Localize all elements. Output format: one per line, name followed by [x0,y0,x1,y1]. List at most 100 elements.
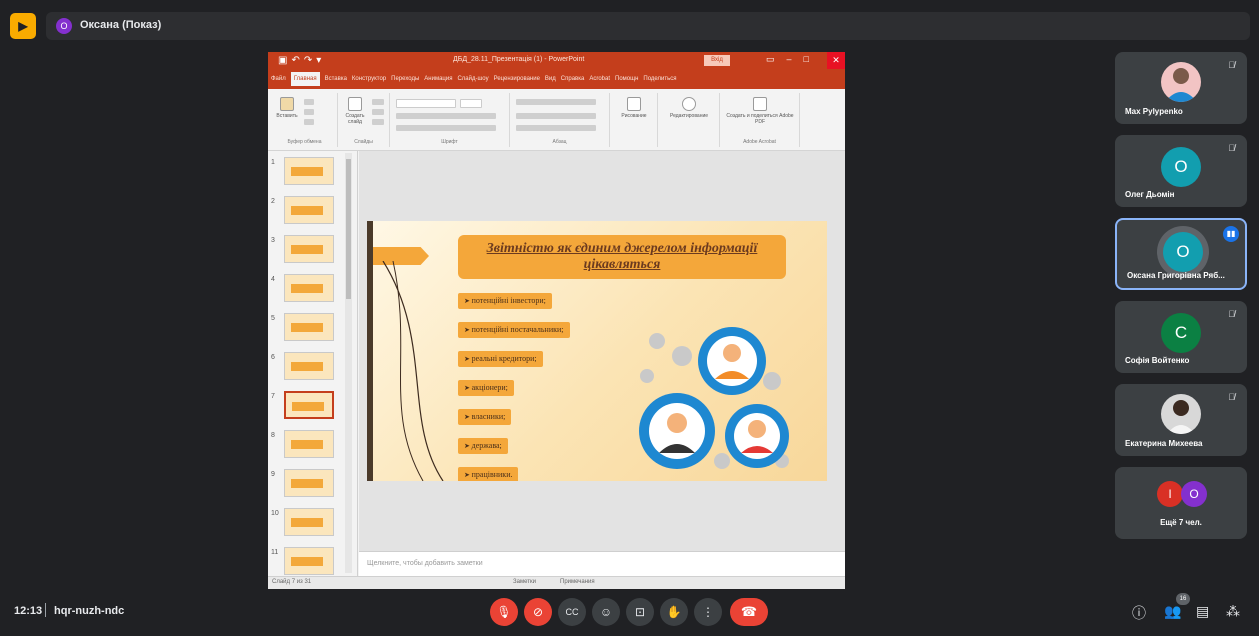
menu-tab[interactable]: Вид [545,76,556,82]
font-color-buttons[interactable] [396,125,496,131]
font-format-buttons[interactable] [396,113,496,119]
slide-number: 3 [271,237,275,244]
notes-toggle[interactable]: Заметки [513,579,536,585]
presenter-pill[interactable]: О Оксана (Показ) [46,12,1250,40]
ppt-status-bar: Слайд 7 из 31 Заметки Примечания [268,576,845,589]
group-label: Абзац [552,139,567,145]
window-controls[interactable]: ▭–□ [766,54,821,65]
ppt-menu-tabs: Файл Главная Вставка Конструктор Переходы Ани… [268,69,845,89]
slide-thumbnail[interactable] [284,352,334,380]
align-buttons[interactable] [516,125,596,131]
meeting-code[interactable]: hqr-nuzh-ndc [54,605,124,617]
cut-icon[interactable] [304,99,314,105]
slide-thumbnail[interactable] [284,196,334,224]
participant-avatar: С [1161,313,1201,353]
menu-tab[interactable]: Помощн [615,76,638,82]
menu-tab[interactable]: Рецензирование [494,76,540,82]
participant-tile[interactable]: С 🎙̸ Софія Войтенко [1115,301,1247,373]
participant-tile-speaking[interactable]: О ▮▮ Оксана Григорівна Ряб... [1115,218,1247,290]
current-slide[interactable]: Звітністю як єдиним джерелом інформації … [367,221,827,481]
participant-tile[interactable]: 🎙̸ Екатерина Михеева [1115,384,1247,456]
editing-button[interactable]: Редактирование [662,97,716,119]
menu-tab[interactable]: Вставка [325,76,347,82]
present-screen-icon[interactable]: ▶ [10,13,36,39]
adobe-pdf-button[interactable]: Создать и поделиться Adobe PDF [724,97,796,125]
close-icon[interactable]: ✕ [827,52,845,69]
participant-name: Оксана Григорівна Ряб... [1127,271,1225,280]
menu-tab[interactable]: Поделиться [643,76,676,82]
slide-number: 9 [271,471,275,478]
more-participants-tile[interactable]: І О Ещё 7 чел. [1115,467,1247,539]
captions-button[interactable]: CC [558,598,586,626]
chat-icon[interactable]: ▤ [1196,603,1209,620]
raise-hand-button[interactable]: ✋ [660,598,688,626]
slide-thumbnail[interactable] [284,274,334,302]
font-size-select[interactable] [460,99,482,108]
slide-title-box: Звітністю як єдиним джерелом інформації … [458,235,786,279]
notes-placeholder: Щелкните, чтобы добавить заметки [367,560,483,567]
more-options-button[interactable]: ⋮ [694,598,722,626]
menu-tab[interactable]: Анимация [424,76,452,82]
thumbnail-content [291,440,323,449]
quick-access-icons[interactable]: ▣↶↷▾ [278,55,325,66]
slide-thumbnail[interactable] [284,430,334,458]
emoji-button[interactable]: ☺ [592,598,620,626]
slide-thumbnail[interactable] [284,391,334,419]
participant-name: Max Pylypenko [1125,107,1183,116]
slide-number: 6 [271,354,275,361]
list-buttons[interactable] [516,99,596,105]
indent-buttons[interactable] [516,113,596,119]
new-slide-button[interactable]: Создать слайд [342,97,368,125]
thumbnail-content [291,362,323,371]
camera-off-button[interactable]: ⊘ [524,598,552,626]
ribbon-group-paragraph: Абзац [510,93,610,147]
scroll-handle[interactable] [346,159,351,299]
participant-avatar: О [1181,481,1207,507]
ribbon-group-editing: Редактирование [658,93,720,147]
people-icon[interactable]: 👥 [1164,603,1181,620]
menu-tab[interactable]: Главная [290,72,320,86]
slide-canvas: Звітністю як єдиним джерелом інформації … [359,151,845,551]
menu-tab[interactable]: Слайд-шоу [457,76,488,82]
slide-thumbnail[interactable] [284,235,334,263]
section-icon[interactable] [372,119,384,125]
drawing-button[interactable]: Рисование [614,97,654,119]
slide-thumbnail[interactable] [284,508,334,536]
notes-pane[interactable]: Щелкните, чтобы добавить заметки [359,551,845,576]
slide-bullet: потенційні інвестори; [458,293,552,309]
slide-thumbnail[interactable] [284,547,334,575]
slide-thumbnail[interactable] [284,469,334,497]
layout-icon[interactable] [372,99,384,105]
copy-icon[interactable] [304,109,314,115]
slide-bullet: власники; [458,409,512,425]
group-label: Шрифт [441,139,458,145]
menu-tab[interactable]: Файл [271,76,286,82]
thumbnails-scrollbar[interactable] [345,153,352,573]
mic-off-button[interactable]: 🎙 [490,598,518,626]
comments-toggle[interactable]: Примечания [560,579,595,585]
info-icon[interactable]: ⓘ [1132,603,1146,623]
paste-button[interactable]: Вставить [276,97,298,119]
search-icon [682,97,696,111]
present-button[interactable]: ⊡ [626,598,654,626]
menu-tab[interactable]: Конструктор [352,76,386,82]
thumbnail-content [291,557,323,566]
activities-icon[interactable]: ⁂ [1226,603,1240,620]
sign-in-button[interactable]: Вхід [704,55,730,66]
menu-tab[interactable]: Справка [561,76,585,82]
leave-call-button[interactable]: ☎ [730,598,768,626]
mic-off-icon: 🎙̸ [1228,60,1235,70]
format-painter-icon[interactable] [304,119,314,125]
participant-name: Екатерина Михеева [1125,439,1203,448]
participant-photo [1161,394,1201,434]
slide-thumbnail[interactable] [284,157,334,185]
menu-tab[interactable]: Переходы [391,76,419,82]
menu-tab[interactable]: Acrobat [589,76,610,82]
avatar-photo-icon [1167,400,1195,434]
participant-tile[interactable]: 🎙̸ Max Pylypenko [1115,52,1247,124]
participant-tile[interactable]: О 🎙̸ Олег Дьомін [1115,135,1247,207]
reset-icon[interactable] [372,109,384,115]
slide-title: Звітністю як єдиним джерелом інформації … [486,241,758,272]
slide-thumbnail[interactable] [284,313,334,341]
font-name-select[interactable] [396,99,456,108]
